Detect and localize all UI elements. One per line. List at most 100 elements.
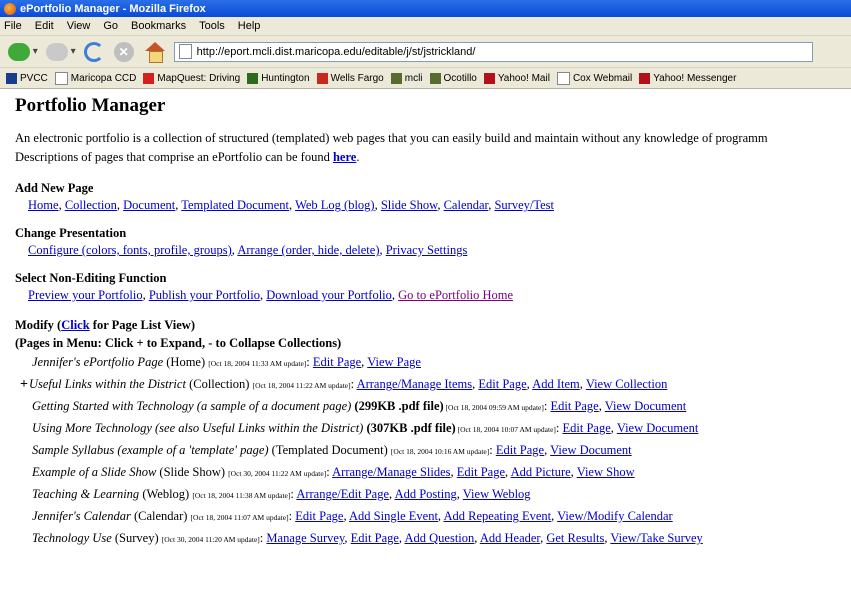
menu-bookmarks[interactable]: Bookmarks <box>131 20 186 32</box>
action-add-posting[interactable]: Add Posting <box>395 487 457 501</box>
page-row: Example of a Slide Show (Slide Show) [Oc… <box>32 465 635 479</box>
bookmark-yahoo-mail[interactable]: Yahoo! Mail <box>483 72 550 84</box>
action-arrange-manage-slides[interactable]: Arrange/Manage Slides <box>332 465 450 479</box>
action-view-take-survey[interactable]: View/Take Survey <box>610 531 702 545</box>
action-view-collection[interactable]: View Collection <box>586 377 668 391</box>
firefox-icon <box>4 2 16 15</box>
page-title-item: Technology Use <box>32 531 112 545</box>
modify-heading: Modify (Click for Page List View) <box>15 316 851 334</box>
page-row: Jennifer's Calendar (Calendar) [Oct 18, … <box>32 509 673 523</box>
menu-help[interactable]: Help <box>238 20 261 32</box>
address-url[interactable]: http://eport.mcli.dist.maricopa.edu/edit… <box>197 46 476 58</box>
action-view-document[interactable]: View Document <box>617 421 699 435</box>
action-view-weblog[interactable]: View Weblog <box>463 487 531 501</box>
action-view-show[interactable]: View Show <box>577 465 635 479</box>
home-icon[interactable] <box>144 41 166 63</box>
menu-edit[interactable]: Edit <box>35 20 54 32</box>
stop-icon[interactable]: ✕ <box>113 41 134 62</box>
bookmark-label: Yahoo! Messenger <box>653 72 737 84</box>
page-list: Jennifer's ePortfolio Page (Home) [Oct 1… <box>15 352 851 550</box>
forward-button[interactable]: ▾ <box>45 42 76 61</box>
reload-icon[interactable] <box>83 41 104 62</box>
section-add-new-page: Add New Page Home, Collection, Document, … <box>15 181 851 213</box>
link-document[interactable]: Document <box>123 198 175 212</box>
link-home[interactable]: Home <box>28 198 59 212</box>
bookmark-label: Yahoo! Mail <box>497 72 550 84</box>
action-edit-page[interactable]: Edit Page <box>478 377 526 391</box>
update-timestamp: [Oct 18, 2004 11:38 AM update] <box>192 491 291 500</box>
action-view-document[interactable]: View Document <box>550 443 632 457</box>
link-arrange-order-hide-delete[interactable]: Arrange (order, hide, delete) <box>237 243 379 257</box>
page-row: Teaching & Learning (Weblog) [Oct 18, 20… <box>32 487 531 501</box>
mcli-icon <box>390 72 402 84</box>
page-list-view-link[interactable]: Click <box>61 318 89 332</box>
page-title: Portfolio Manager <box>15 95 166 116</box>
bookmark-mcli[interactable]: mcli <box>390 72 423 84</box>
wellsfargo-icon <box>316 72 328 84</box>
menu-file[interactable]: File <box>4 20 22 32</box>
bookmark-wells-fargo[interactable]: Wells Fargo <box>316 72 384 84</box>
link-download-your-portfolio[interactable]: Download your Portfolio <box>266 288 392 302</box>
link-calendar[interactable]: Calendar <box>444 198 489 212</box>
link-configure-colors-fonts-profile-groups[interactable]: Configure (colors, fonts, profile, group… <box>28 243 232 257</box>
address-bar[interactable]: http://eport.mcli.dist.maricopa.edu/edit… <box>173 41 813 62</box>
menu-tools[interactable]: Tools <box>199 20 225 32</box>
page-icon <box>54 71 68 85</box>
link-go-to-eportfolio-home[interactable]: Go to ePortfolio Home <box>398 288 513 302</box>
action-add-repeating-event[interactable]: Add Repeating Event <box>443 509 551 523</box>
link-templated-document[interactable]: Templated Document <box>181 198 289 212</box>
menu-go[interactable]: Go <box>103 20 118 32</box>
bookmark-mapquest-driving[interactable]: MapQuest: Driving <box>143 72 240 84</box>
section-links: Home, Collection, Document, Templated Do… <box>28 198 555 212</box>
here-link[interactable]: here <box>333 150 356 164</box>
link-web-log-blog[interactable]: Web Log (blog) <box>295 198 375 212</box>
page-row: +Useful Links within the District (Colle… <box>20 377 668 392</box>
action-view-document[interactable]: View Document <box>605 399 687 413</box>
link-preview-your-portfolio[interactable]: Preview your Portfolio <box>28 288 143 302</box>
action-add-single-event[interactable]: Add Single Event <box>349 509 438 523</box>
action-add-item[interactable]: Add Item <box>532 377 580 391</box>
section-select-non-editing-function: Select Non-Editing Function Preview your … <box>15 271 851 303</box>
section-links: Preview your Portfolio, Publish your Por… <box>28 288 514 302</box>
action-edit-page[interactable]: Edit Page <box>351 531 399 545</box>
action-manage-survey[interactable]: Manage Survey <box>266 531 344 545</box>
navigation-toolbar: ▾ ▾ ✕ http://eport.mcli.dist.maricopa.ed… <box>0 36 851 68</box>
bookmark-yahoo-messenger[interactable]: Yahoo! Messenger <box>639 72 737 84</box>
action-edit-page[interactable]: Edit Page <box>313 355 361 369</box>
back-button[interactable]: ▾ <box>8 42 38 61</box>
page-title-item: Teaching & Learning <box>32 487 140 501</box>
link-publish-your-portfolio[interactable]: Publish your Portfolio <box>149 288 260 302</box>
bookmark-label: Maricopa CCD <box>70 72 137 84</box>
bookmark-ocotillo[interactable]: Ocotillo <box>429 72 477 84</box>
action-arrange-edit-page[interactable]: Arrange/Edit Page <box>296 487 389 501</box>
sections: Add New Page Home, Collection, Document, … <box>15 181 851 303</box>
bookmark-pvcc[interactable]: PVCC <box>6 72 48 84</box>
action-edit-page[interactable]: Edit Page <box>496 443 544 457</box>
bookmark-cox-webmail[interactable]: Cox Webmail <box>556 71 632 85</box>
action-edit-page[interactable]: Edit Page <box>563 421 611 435</box>
link-survey-test[interactable]: Survey/Test <box>494 198 554 212</box>
action-view-modify-calendar[interactable]: View/Modify Calendar <box>557 509 673 523</box>
menu-view[interactable]: View <box>67 20 91 32</box>
action-arrange-manage-items[interactable]: Arrange/Manage Items <box>357 377 473 391</box>
bookmark-huntington[interactable]: Huntington <box>247 72 310 84</box>
action-add-header[interactable]: Add Header <box>480 531 540 545</box>
action-add-question[interactable]: Add Question <box>404 531 474 545</box>
link-collection[interactable]: Collection <box>65 198 117 212</box>
action-edit-page[interactable]: Edit Page <box>295 509 343 523</box>
expand-toggle[interactable]: + <box>20 377 28 392</box>
bookmark-maricopa-ccd[interactable]: Maricopa CCD <box>54 71 137 85</box>
bookmark-label: PVCC <box>20 72 48 84</box>
bookmarks-toolbar: PVCC Maricopa CCD MapQuest: Driving Hunting… <box>0 68 851 89</box>
action-add-picture[interactable]: Add Picture <box>511 465 571 479</box>
page-content: Portfolio Manager An electronic portfoli… <box>0 89 851 550</box>
link-slide-show[interactable]: Slide Show <box>381 198 438 212</box>
action-edit-page[interactable]: Edit Page <box>457 465 505 479</box>
page-type: (Home) <box>163 355 209 369</box>
section-links: Configure (colors, fonts, profile, group… <box>28 243 468 257</box>
action-edit-page[interactable]: Edit Page <box>550 399 598 413</box>
link-privacy-settings[interactable]: Privacy Settings <box>386 243 468 257</box>
action-view-page[interactable]: View Page <box>367 355 421 369</box>
action-get-results[interactable]: Get Results <box>546 531 604 545</box>
page-type: (Calendar) <box>130 509 191 523</box>
